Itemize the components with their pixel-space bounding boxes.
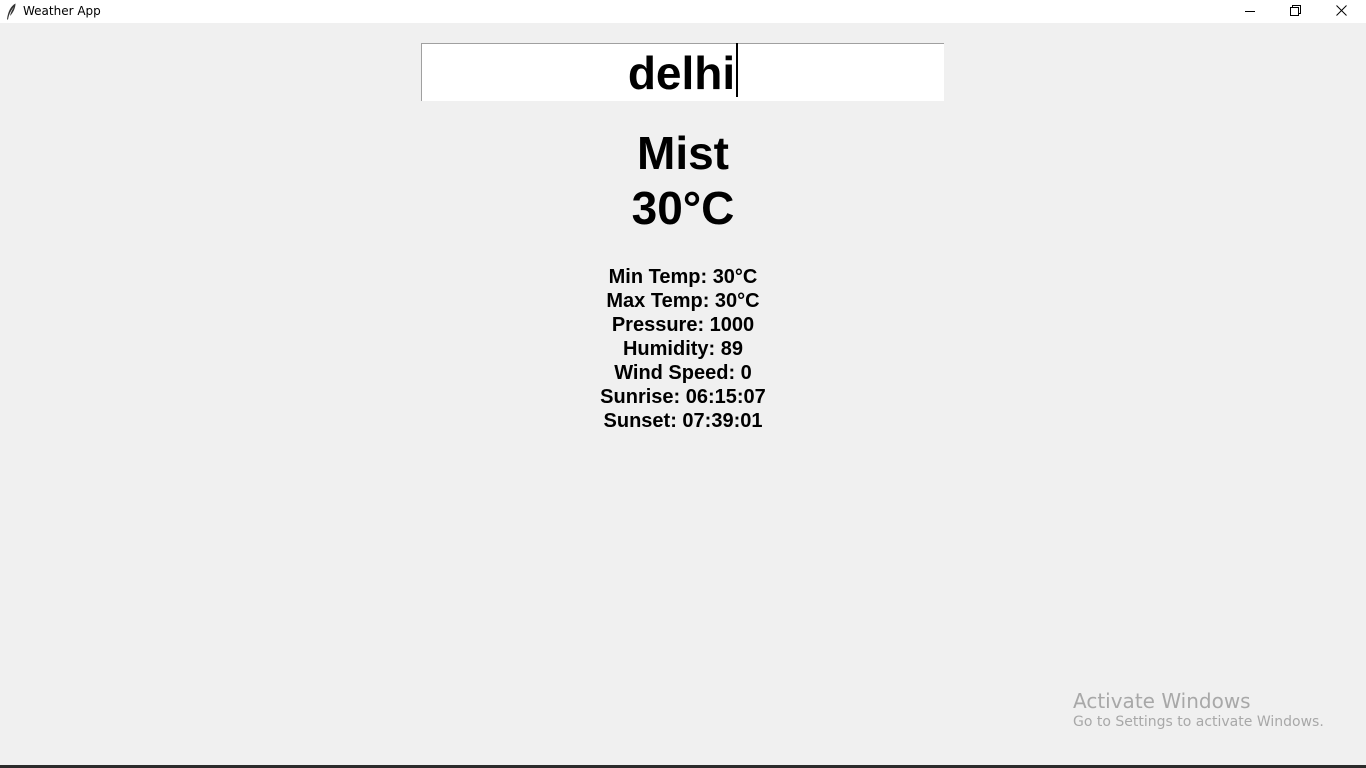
text-cursor <box>736 42 739 97</box>
window-title: Weather App <box>23 4 101 18</box>
title-bar[interactable]: Weather App <box>0 0 1366 23</box>
city-input-value: delhi <box>627 46 736 99</box>
wind-speed-label: Wind Speed: 0 <box>614 362 752 384</box>
pressure-label: Pressure: 1000 <box>611 314 755 336</box>
feather-icon <box>5 3 17 20</box>
watermark-title: Activate Windows <box>1073 689 1251 713</box>
humidity-label: Humidity: 89 <box>622 338 744 360</box>
watermark-subtitle: Go to Settings to activate Windows. <box>1073 714 1324 730</box>
sunrise-label: Sunrise: 06:15:07 <box>600 386 766 408</box>
activate-windows-watermark: Activate Windows Go to Settings to activ… <box>1073 689 1324 731</box>
close-button[interactable] <box>1318 0 1364 23</box>
min-temp-label: Min Temp: 30°C <box>608 266 758 288</box>
sunset-label: Sunset: 07:39:01 <box>603 410 763 432</box>
restore-icon <box>1289 3 1301 21</box>
current-temperature: 30°C <box>631 182 735 234</box>
app-window: Weather App delhi Mist 30°C Min Temp: 30… <box>0 0 1366 768</box>
city-search-input[interactable]: delhi <box>421 42 944 101</box>
close-icon <box>1335 3 1347 21</box>
minimize-icon <box>1245 3 1255 21</box>
weather-details: Min Temp: 30°C Max Temp: 30°C Pressure: … <box>0 265 1366 433</box>
restore-button[interactable] <box>1272 0 1318 23</box>
max-temp-label: Max Temp: 30°C <box>606 290 760 312</box>
weather-condition: Mist <box>637 127 729 179</box>
minimize-button[interactable] <box>1227 0 1273 23</box>
